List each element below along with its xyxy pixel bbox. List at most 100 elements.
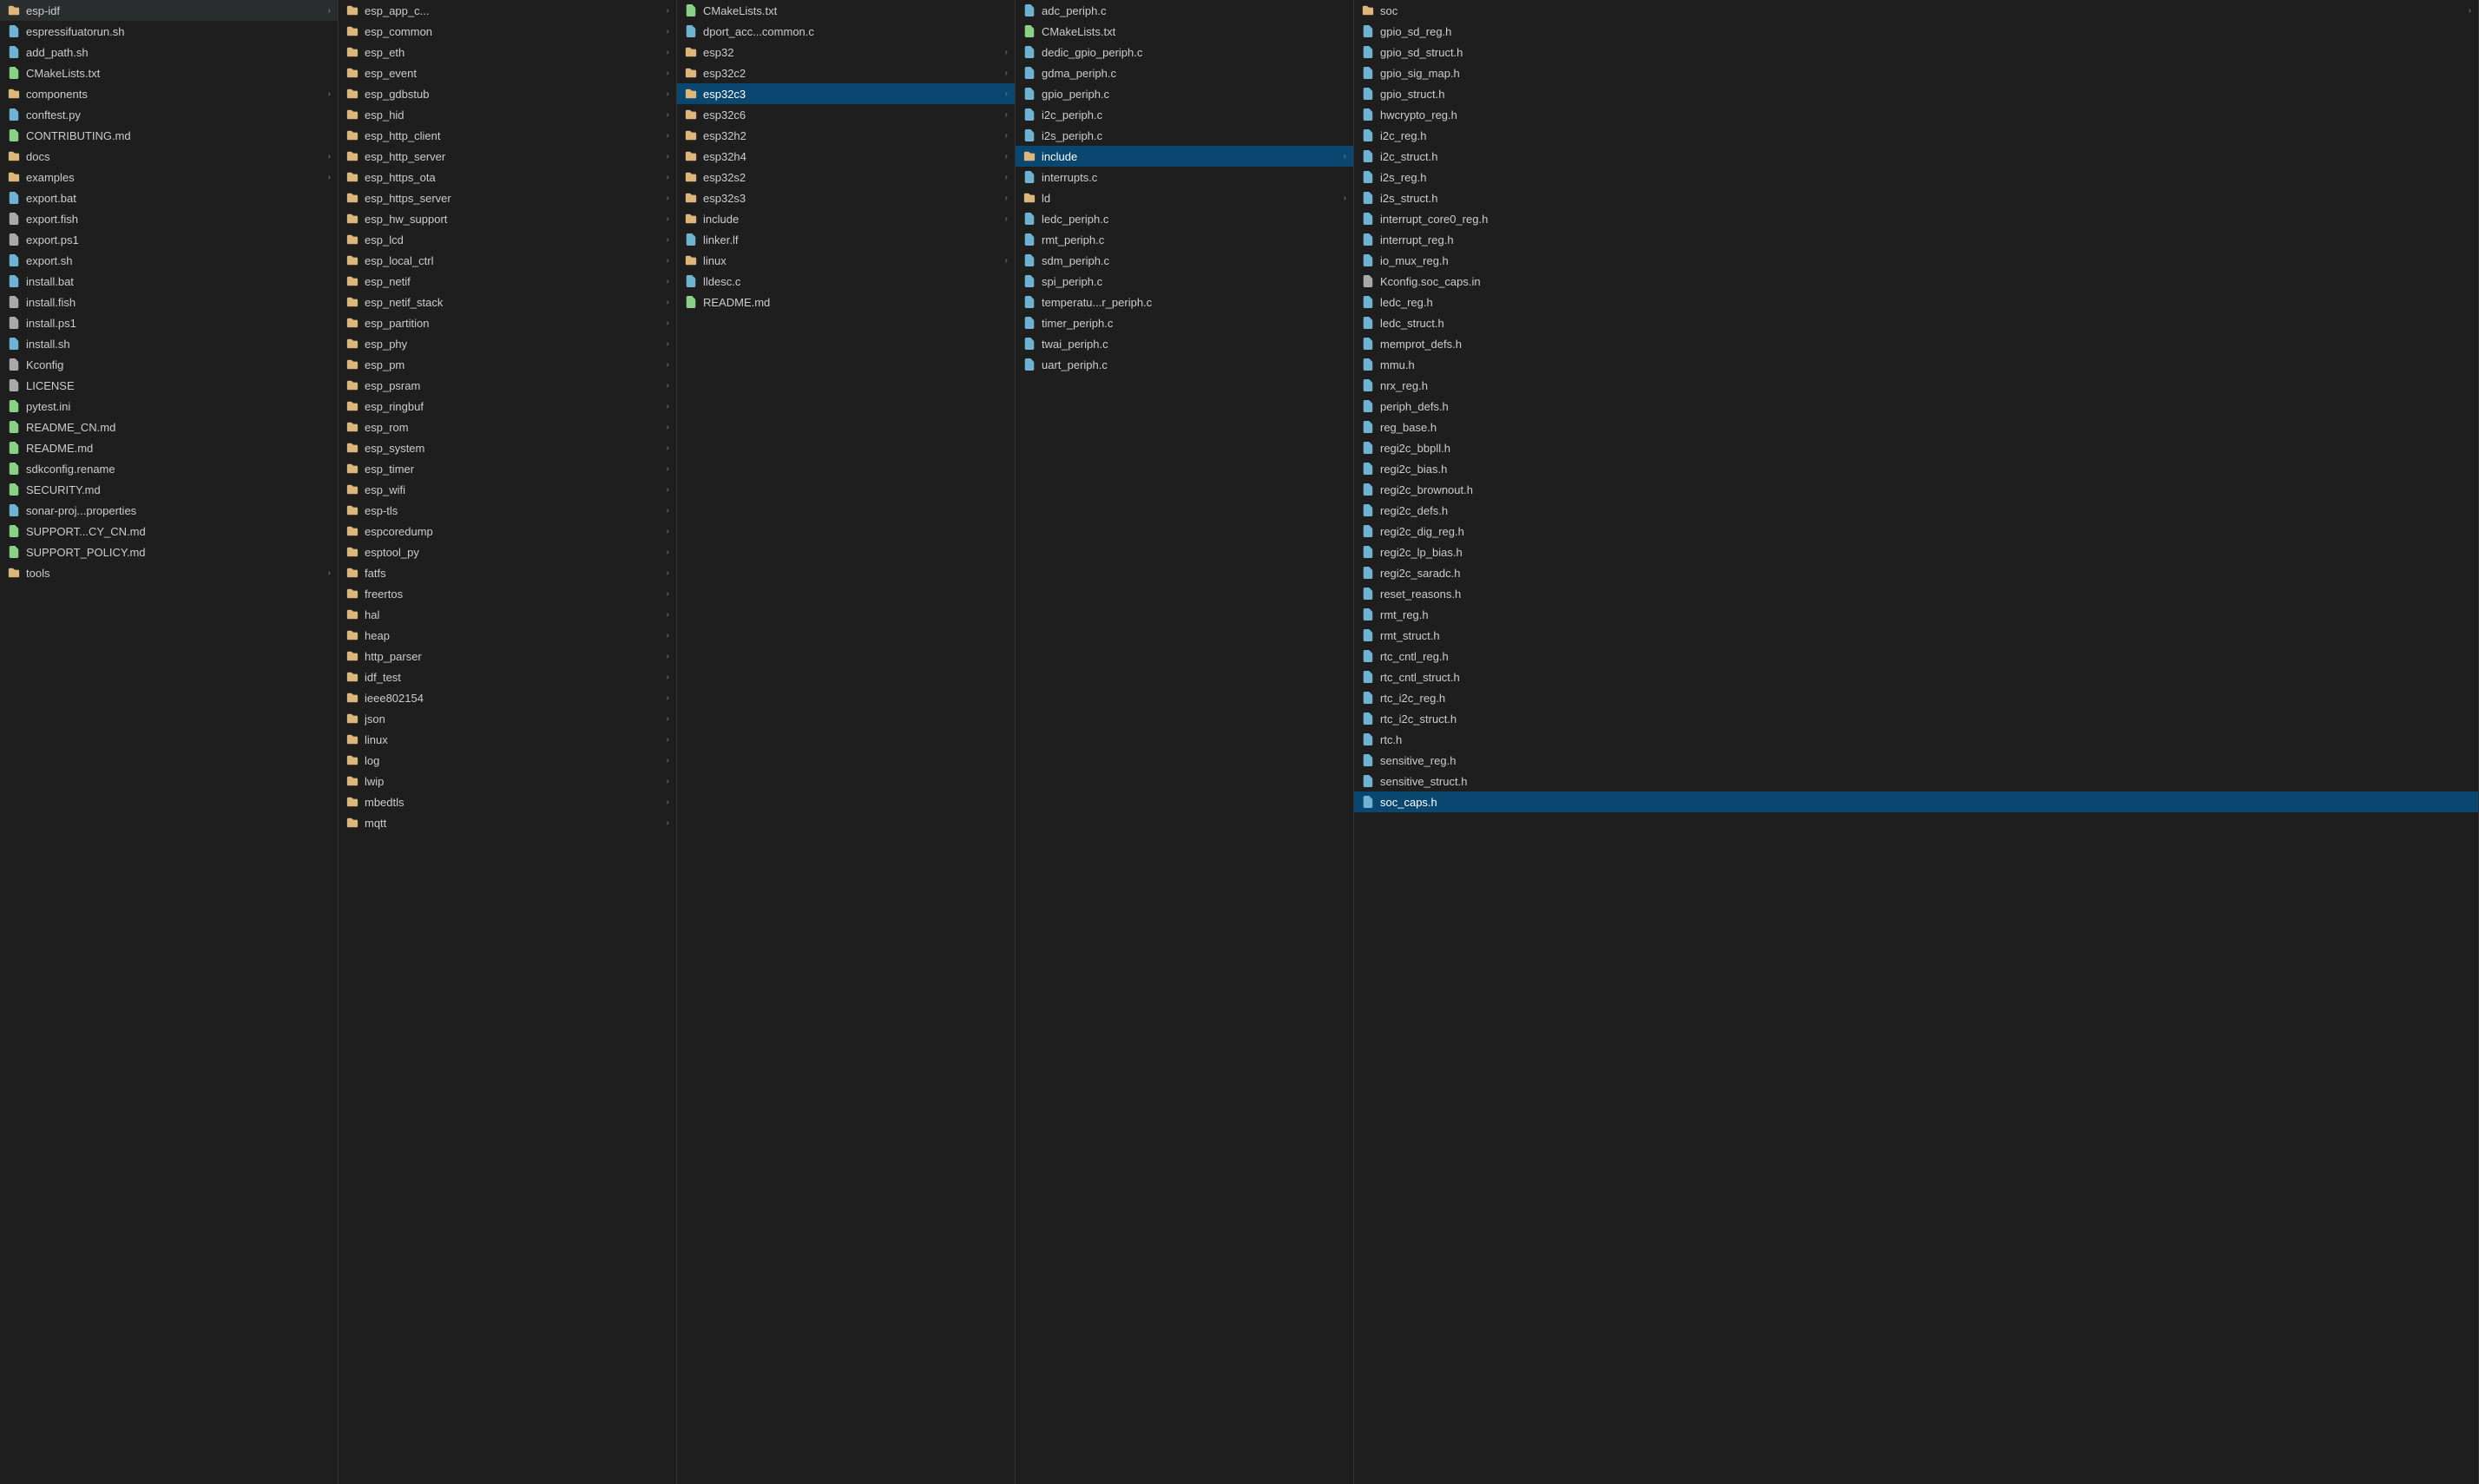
list-item[interactable]: install.sh <box>0 333 338 354</box>
list-item[interactable]: gdma_periph.c <box>1016 62 1353 83</box>
list-item[interactable]: install.bat <box>0 271 338 292</box>
list-item[interactable]: linux› <box>677 250 1015 271</box>
list-item[interactable]: esp_ringbuf› <box>339 396 676 417</box>
list-item[interactable]: sensitive_struct.h <box>1354 771 2478 791</box>
list-item[interactable]: CMakeLists.txt <box>0 62 338 83</box>
list-item[interactable]: ld› <box>1016 187 1353 208</box>
list-item[interactable]: ieee802154› <box>339 687 676 708</box>
list-item[interactable]: conftest.py <box>0 104 338 125</box>
list-item[interactable]: interrupts.c <box>1016 167 1353 187</box>
list-item[interactable]: mmu.h <box>1354 354 2478 375</box>
list-item[interactable]: mqtt› <box>339 812 676 833</box>
list-item[interactable]: esp32h4› <box>677 146 1015 167</box>
list-item[interactable]: i2c_reg.h <box>1354 125 2478 146</box>
list-item[interactable]: CONTRIBUTING.md <box>0 125 338 146</box>
list-item[interactable]: esp_wifi› <box>339 479 676 500</box>
list-item[interactable]: esp_pm› <box>339 354 676 375</box>
list-item[interactable]: SUPPORT...CY_CN.md <box>0 521 338 542</box>
list-item[interactable]: gpio_sig_map.h <box>1354 62 2478 83</box>
list-item[interactable]: pytest.ini <box>0 396 338 417</box>
list-item[interactable]: examples› <box>0 167 338 187</box>
list-item[interactable]: CMakeLists.txt <box>1016 21 1353 42</box>
list-item[interactable]: esp_common› <box>339 21 676 42</box>
list-item[interactable]: rtc_cntl_struct.h <box>1354 666 2478 687</box>
list-item[interactable]: regi2c_saradc.h <box>1354 562 2478 583</box>
list-item[interactable]: export.sh <box>0 250 338 271</box>
list-item[interactable]: esp32s3› <box>677 187 1015 208</box>
list-item[interactable]: lwip› <box>339 771 676 791</box>
list-item[interactable]: install.ps1 <box>0 312 338 333</box>
list-item[interactable]: esp_system› <box>339 437 676 458</box>
list-item[interactable]: esp-tls› <box>339 500 676 521</box>
list-item[interactable]: i2s_periph.c <box>1016 125 1353 146</box>
list-item[interactable]: install.fish <box>0 292 338 312</box>
list-item[interactable]: SECURITY.md <box>0 479 338 500</box>
list-item[interactable]: adc_periph.c <box>1016 0 1353 21</box>
list-item[interactable]: regi2c_bbpll.h <box>1354 437 2478 458</box>
list-item[interactable]: reg_base.h <box>1354 417 2478 437</box>
list-item[interactable]: esp_https_server› <box>339 187 676 208</box>
list-item[interactable]: README.md <box>0 437 338 458</box>
list-item[interactable]: rtc_cntl_reg.h <box>1354 646 2478 666</box>
list-item[interactable]: i2s_reg.h <box>1354 167 2478 187</box>
list-item[interactable]: espressifuatorun.sh <box>0 21 338 42</box>
list-item[interactable]: esp_partition› <box>339 312 676 333</box>
list-item[interactable]: esptool_py› <box>339 542 676 562</box>
list-item[interactable]: i2c_periph.c <box>1016 104 1353 125</box>
list-item[interactable]: periph_defs.h <box>1354 396 2478 417</box>
list-item[interactable]: esp_netif_stack› <box>339 292 676 312</box>
list-item[interactable]: components› <box>0 83 338 104</box>
list-item[interactable]: README.md <box>677 292 1015 312</box>
list-item[interactable]: lldesc.c <box>677 271 1015 292</box>
list-item[interactable]: linux› <box>339 729 676 750</box>
list-item[interactable]: rtc_i2c_reg.h <box>1354 687 2478 708</box>
list-item[interactable]: esp32c2› <box>677 62 1015 83</box>
list-item[interactable]: uart_periph.c <box>1016 354 1353 375</box>
list-item[interactable]: regi2c_brownout.h <box>1354 479 2478 500</box>
list-item[interactable]: esp_rom› <box>339 417 676 437</box>
list-item[interactable]: CMakeLists.txt <box>677 0 1015 21</box>
list-item[interactable]: i2c_struct.h <box>1354 146 2478 167</box>
list-item[interactable]: rmt_struct.h <box>1354 625 2478 646</box>
list-item[interactable]: regi2c_defs.h <box>1354 500 2478 521</box>
list-item[interactable]: hwcrypto_reg.h <box>1354 104 2478 125</box>
list-item[interactable]: idf_test› <box>339 666 676 687</box>
list-item[interactable]: esp32c6› <box>677 104 1015 125</box>
list-item[interactable]: add_path.sh <box>0 42 338 62</box>
list-item[interactable]: rmt_periph.c <box>1016 229 1353 250</box>
list-item[interactable]: esp_hid› <box>339 104 676 125</box>
list-item[interactable]: mbedtls› <box>339 791 676 812</box>
list-item[interactable]: README_CN.md <box>0 417 338 437</box>
list-item[interactable]: sdm_periph.c <box>1016 250 1353 271</box>
list-item[interactable]: rtc.h <box>1354 729 2478 750</box>
list-item[interactable]: dedic_gpio_periph.c <box>1016 42 1353 62</box>
list-item[interactable]: timer_periph.c <box>1016 312 1353 333</box>
list-item[interactable]: espcoredump› <box>339 521 676 542</box>
list-item[interactable]: export.ps1 <box>0 229 338 250</box>
list-item[interactable]: linker.lf <box>677 229 1015 250</box>
list-item[interactable]: esp_http_client› <box>339 125 676 146</box>
list-item[interactable]: esp_https_ota› <box>339 167 676 187</box>
list-item[interactable]: docs› <box>0 146 338 167</box>
list-item[interactable]: reset_reasons.h <box>1354 583 2478 604</box>
list-item[interactable]: regi2c_lp_bias.h <box>1354 542 2478 562</box>
list-item[interactable]: hal› <box>339 604 676 625</box>
list-item[interactable]: esp_timer› <box>339 458 676 479</box>
list-item[interactable]: fatfs› <box>339 562 676 583</box>
list-item[interactable]: gpio_sd_reg.h <box>1354 21 2478 42</box>
list-item[interactable]: esp_netif› <box>339 271 676 292</box>
list-item[interactable]: esp_hw_support› <box>339 208 676 229</box>
list-item[interactable]: interrupt_reg.h <box>1354 229 2478 250</box>
list-item[interactable]: export.bat <box>0 187 338 208</box>
list-item[interactable]: esp_local_ctrl› <box>339 250 676 271</box>
list-item[interactable]: esp_app_c...› <box>339 0 676 21</box>
list-item[interactable]: gpio_struct.h <box>1354 83 2478 104</box>
list-item[interactable]: esp32h2› <box>677 125 1015 146</box>
list-item[interactable]: export.fish <box>0 208 338 229</box>
list-item[interactable]: interrupt_core0_reg.h <box>1354 208 2478 229</box>
list-item[interactable]: soc_caps.h <box>1354 791 2478 812</box>
list-item[interactable]: heap› <box>339 625 676 646</box>
list-item[interactable]: esp_phy› <box>339 333 676 354</box>
list-item[interactable]: esp32s2› <box>677 167 1015 187</box>
list-item[interactable]: ledc_struct.h <box>1354 312 2478 333</box>
